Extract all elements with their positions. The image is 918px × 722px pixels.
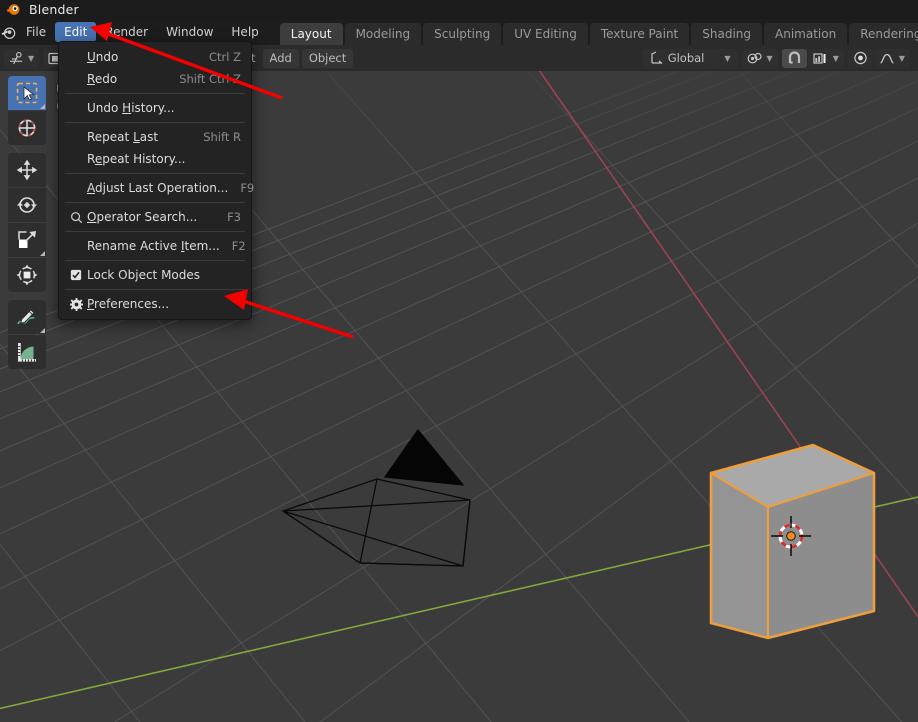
proportional-falloff-dropdown[interactable]: ▼	[874, 49, 910, 68]
menu-item-label: Repeat History...	[87, 152, 241, 166]
blender-logo-icon	[6, 2, 21, 17]
workspace-tab-texture-paint[interactable]: Texture Paint	[590, 23, 689, 45]
chevron-down-icon: ▼	[767, 54, 773, 63]
menu-item-undo-history[interactable]: Undo History...	[59, 97, 251, 119]
menu-item-label: Preferences...	[87, 297, 241, 311]
menu-item-redo[interactable]: RedoShift Ctrl Z	[59, 68, 251, 90]
proportional-edit-icon	[853, 51, 868, 65]
workspace-tab-modeling[interactable]: Modeling	[345, 23, 422, 45]
edit-dropdown-menu[interactable]: UndoCtrl ZRedoShift Ctrl ZUndo History..…	[58, 41, 252, 320]
workspace-tab-uv-editing[interactable]: UV Editing	[503, 23, 588, 45]
snap-increment-icon	[813, 52, 829, 65]
os-title-bar: Blender	[0, 0, 918, 19]
menu-separator	[65, 202, 245, 203]
menu-item-shortcut: Shift R	[191, 130, 241, 144]
cursor-tool[interactable]	[8, 111, 46, 145]
menu-item-shortcut: Shift Ctrl Z	[167, 72, 241, 86]
tool-group-transform	[8, 153, 46, 292]
transform-tool[interactable]	[8, 258, 46, 292]
transform-orientation-dropdown[interactable]: Global ▼	[643, 49, 738, 68]
topbar-menu-render[interactable]: Render	[96, 22, 157, 42]
move-tool[interactable]	[8, 153, 46, 187]
menu-item-rename-active-item[interactable]: Rename Active Item...F2	[59, 235, 251, 257]
annotate-tool[interactable]	[8, 300, 46, 334]
editor-type-3dviewport-icon[interactable]: ▼	[4, 49, 39, 68]
menu-item-repeat-last[interactable]: Repeat LastShift R	[59, 126, 251, 148]
search-icon	[65, 211, 87, 224]
menu-item-shortcut: F2	[220, 239, 246, 253]
scale-tool[interactable]	[8, 223, 46, 257]
checkbox-checked-icon	[65, 269, 87, 281]
menu-item-adjust-last-operation[interactable]: Adjust Last Operation...F9	[59, 177, 251, 199]
menu-item-label: Operator Search...	[87, 210, 215, 224]
orientation-axes-icon	[650, 51, 664, 65]
pivot-point-icon	[747, 52, 763, 65]
workspace-tab-sculpting[interactable]: Sculpting	[423, 23, 501, 45]
menu-item-lock-object-modes[interactable]: Lock Object Modes	[59, 264, 251, 286]
topbar-menu-list: FileEditRenderWindowHelp	[17, 22, 268, 42]
tool-group-select	[8, 76, 46, 145]
tweak-select-box-tool[interactable]	[8, 76, 46, 110]
smooth-falloff-icon	[879, 52, 895, 65]
viewport-menu-object[interactable]: Object	[302, 49, 353, 68]
topbar-menu-file[interactable]: File	[17, 22, 55, 42]
menu-item-label: Lock Object Modes	[87, 268, 241, 282]
window-title: Blender	[29, 2, 79, 17]
transform-orientation-value: Global	[668, 51, 705, 65]
measure-tool[interactable]	[8, 335, 46, 369]
workspace-tab-layout[interactable]: Layout	[280, 23, 343, 45]
tool-group-annotate	[8, 300, 46, 369]
chevron-down-icon: ▼	[28, 54, 34, 63]
topbar-menu-edit[interactable]: Edit	[55, 22, 96, 42]
tool-submenu-corner-icon	[40, 104, 45, 109]
menu-item-undo[interactable]: UndoCtrl Z	[59, 46, 251, 68]
workspace-tabs: LayoutModelingSculptingUV EditingTexture…	[280, 19, 918, 45]
menu-item-label: Rename Active Item...	[87, 239, 220, 253]
topbar-menu-help[interactable]: Help	[222, 22, 267, 42]
menu-item-label: Redo	[87, 72, 167, 86]
blender-icon[interactable]	[0, 19, 17, 45]
magnet-icon	[787, 51, 802, 65]
proportional-editing-toggle[interactable]	[848, 49, 873, 68]
chevron-down-icon: ▼	[833, 54, 839, 63]
menu-item-repeat-history[interactable]: Repeat History...	[59, 148, 251, 170]
workspace-tab-rendering[interactable]: Rendering	[849, 23, 918, 45]
snap-to-dropdown[interactable]: ▼	[808, 49, 844, 68]
menu-separator	[65, 260, 245, 261]
snap-magnet-toggle[interactable]	[782, 49, 807, 68]
menu-separator	[65, 173, 245, 174]
viewport-menu-add[interactable]: Add	[263, 49, 299, 68]
menu-item-shortcut: Ctrl Z	[197, 50, 241, 64]
menu-item-label: Repeat Last	[87, 130, 191, 144]
scene-object-cube	[711, 445, 874, 638]
tool-submenu-corner-icon	[40, 328, 45, 333]
menu-separator	[65, 93, 245, 94]
gear-icon	[65, 298, 87, 311]
menu-item-operator-search[interactable]: Operator Search...F3	[59, 206, 251, 228]
menu-item-shortcut: F9	[228, 181, 254, 195]
menu-item-label: Undo History...	[87, 101, 241, 115]
chevron-down-icon: ▼	[724, 54, 730, 63]
blender-window: Blender FileEditRenderWindowHelp LayoutM…	[0, 0, 918, 722]
menu-item-label: Undo	[87, 50, 197, 64]
viewport-toolshelf	[8, 76, 46, 376]
workspace-tab-shading[interactable]: Shading	[691, 23, 762, 45]
chevron-down-icon: ▼	[899, 54, 905, 63]
rotate-tool[interactable]	[8, 188, 46, 222]
menu-separator	[65, 122, 245, 123]
menu-item-label: Adjust Last Operation...	[87, 181, 228, 195]
tool-submenu-corner-icon	[40, 251, 45, 256]
pivot-point-dropdown[interactable]: ▼	[742, 49, 778, 68]
menu-item-shortcut: F3	[215, 210, 241, 224]
menu-item-preferences[interactable]: Preferences...	[59, 293, 251, 315]
menu-separator	[65, 289, 245, 290]
topbar-menu-window[interactable]: Window	[157, 22, 222, 42]
menu-separator	[65, 231, 245, 232]
workspace-tab-animation[interactable]: Animation	[764, 23, 847, 45]
